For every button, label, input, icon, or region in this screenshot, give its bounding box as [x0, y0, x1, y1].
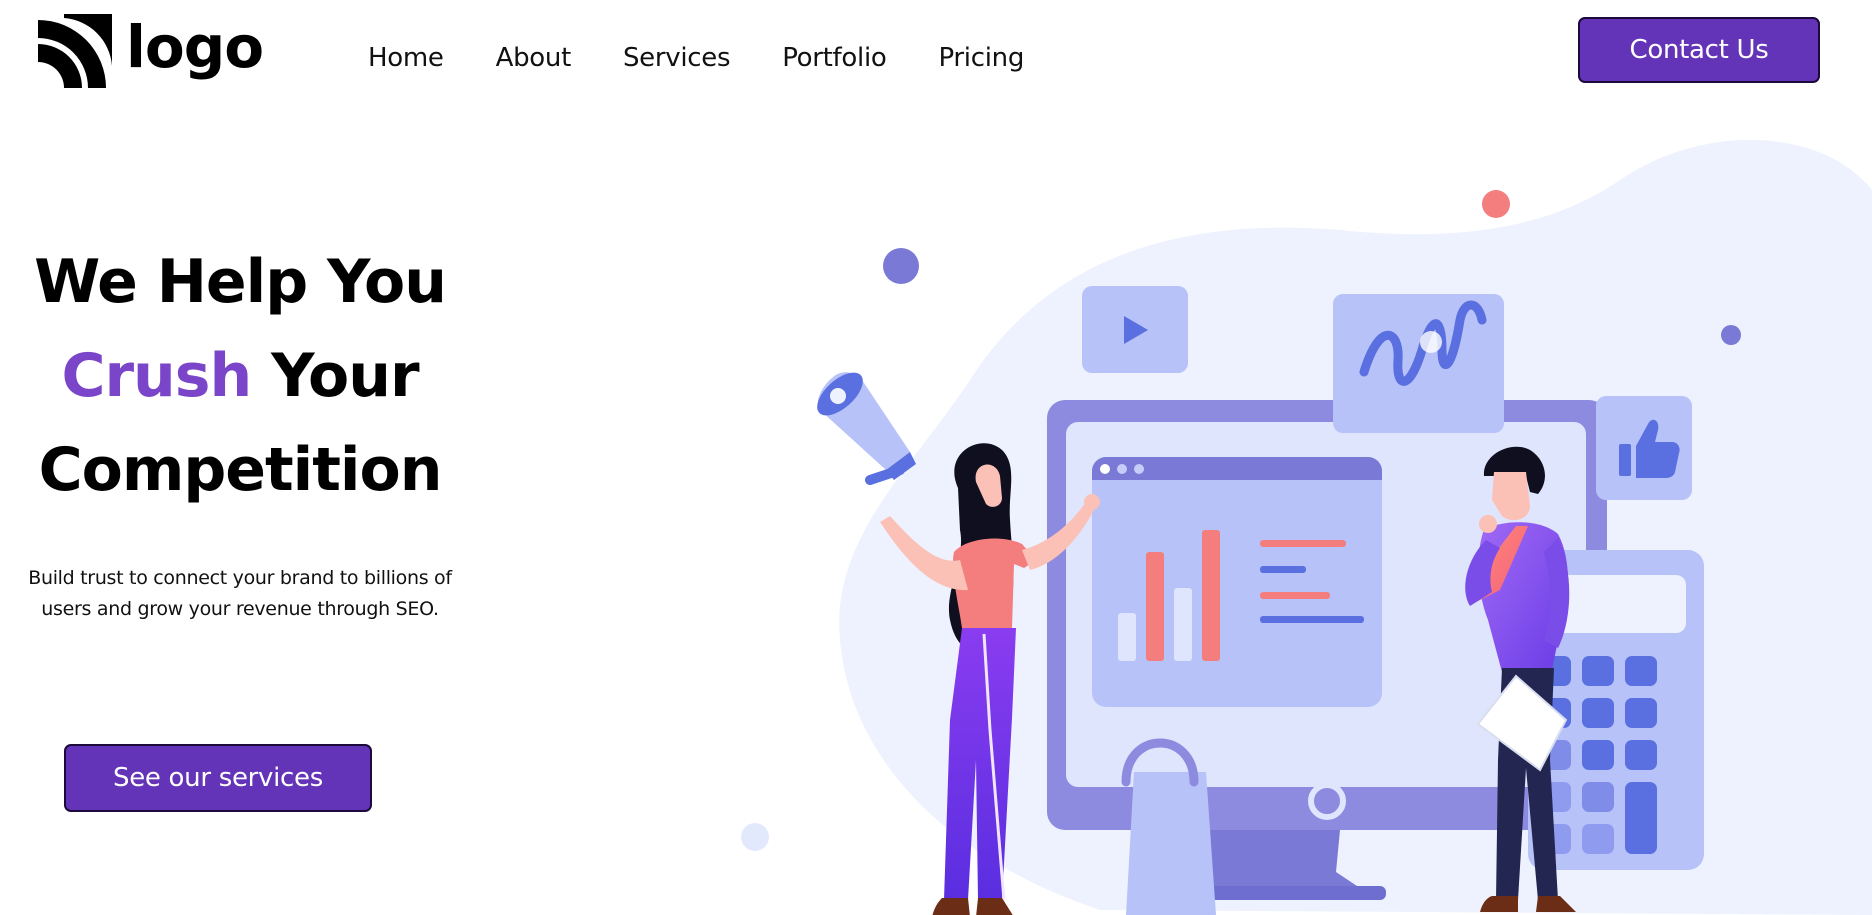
chart-bar-4 [1202, 530, 1220, 661]
hero-title-line1: We Help You [34, 247, 447, 317]
nav-pricing[interactable]: Pricing [938, 43, 1024, 73]
hero-title-line3: Competition [38, 435, 443, 505]
hero-subtitle-line2: users and grow your revenue through SEO. [41, 598, 439, 620]
dot-red-top [1482, 190, 1510, 218]
megaphone-icon [817, 372, 916, 485]
logo-mark-icon [38, 14, 112, 88]
dot-purple-left [883, 248, 919, 284]
dot-light-bottom [741, 823, 769, 851]
nav-portfolio[interactable]: Portfolio [782, 43, 887, 73]
hero-subtitle: Build trust to connect your brand to bil… [0, 563, 480, 625]
play-card [1082, 286, 1188, 373]
wave-chart-card [1333, 294, 1504, 433]
contact-us-button[interactable]: Contact Us [1578, 17, 1820, 83]
hero-illustration [741, 140, 1872, 915]
chart-bar-3 [1174, 588, 1192, 661]
thumbs-up-card [1596, 396, 1692, 500]
nav-about[interactable]: About [496, 43, 572, 73]
chart-bar-2 [1146, 552, 1164, 661]
nav-home[interactable]: Home [368, 43, 444, 73]
nav-services[interactable]: Services [623, 43, 731, 73]
logo-text: logo [126, 13, 264, 81]
see-services-button[interactable]: See our services [64, 744, 372, 812]
dot-purple-right [1721, 325, 1741, 345]
hero-title-line2-rest: Your [251, 341, 419, 411]
hero-subtitle-line1: Build trust to connect your brand to bil… [28, 567, 452, 589]
hero-title: We Help You Crush Your Competition [0, 235, 480, 517]
chart-bar-1 [1118, 613, 1136, 661]
main-nav: Home About Services Portfolio Pricing [368, 43, 1024, 73]
hero-title-accent: Crush [61, 341, 252, 411]
logo[interactable]: logo [38, 13, 264, 88]
